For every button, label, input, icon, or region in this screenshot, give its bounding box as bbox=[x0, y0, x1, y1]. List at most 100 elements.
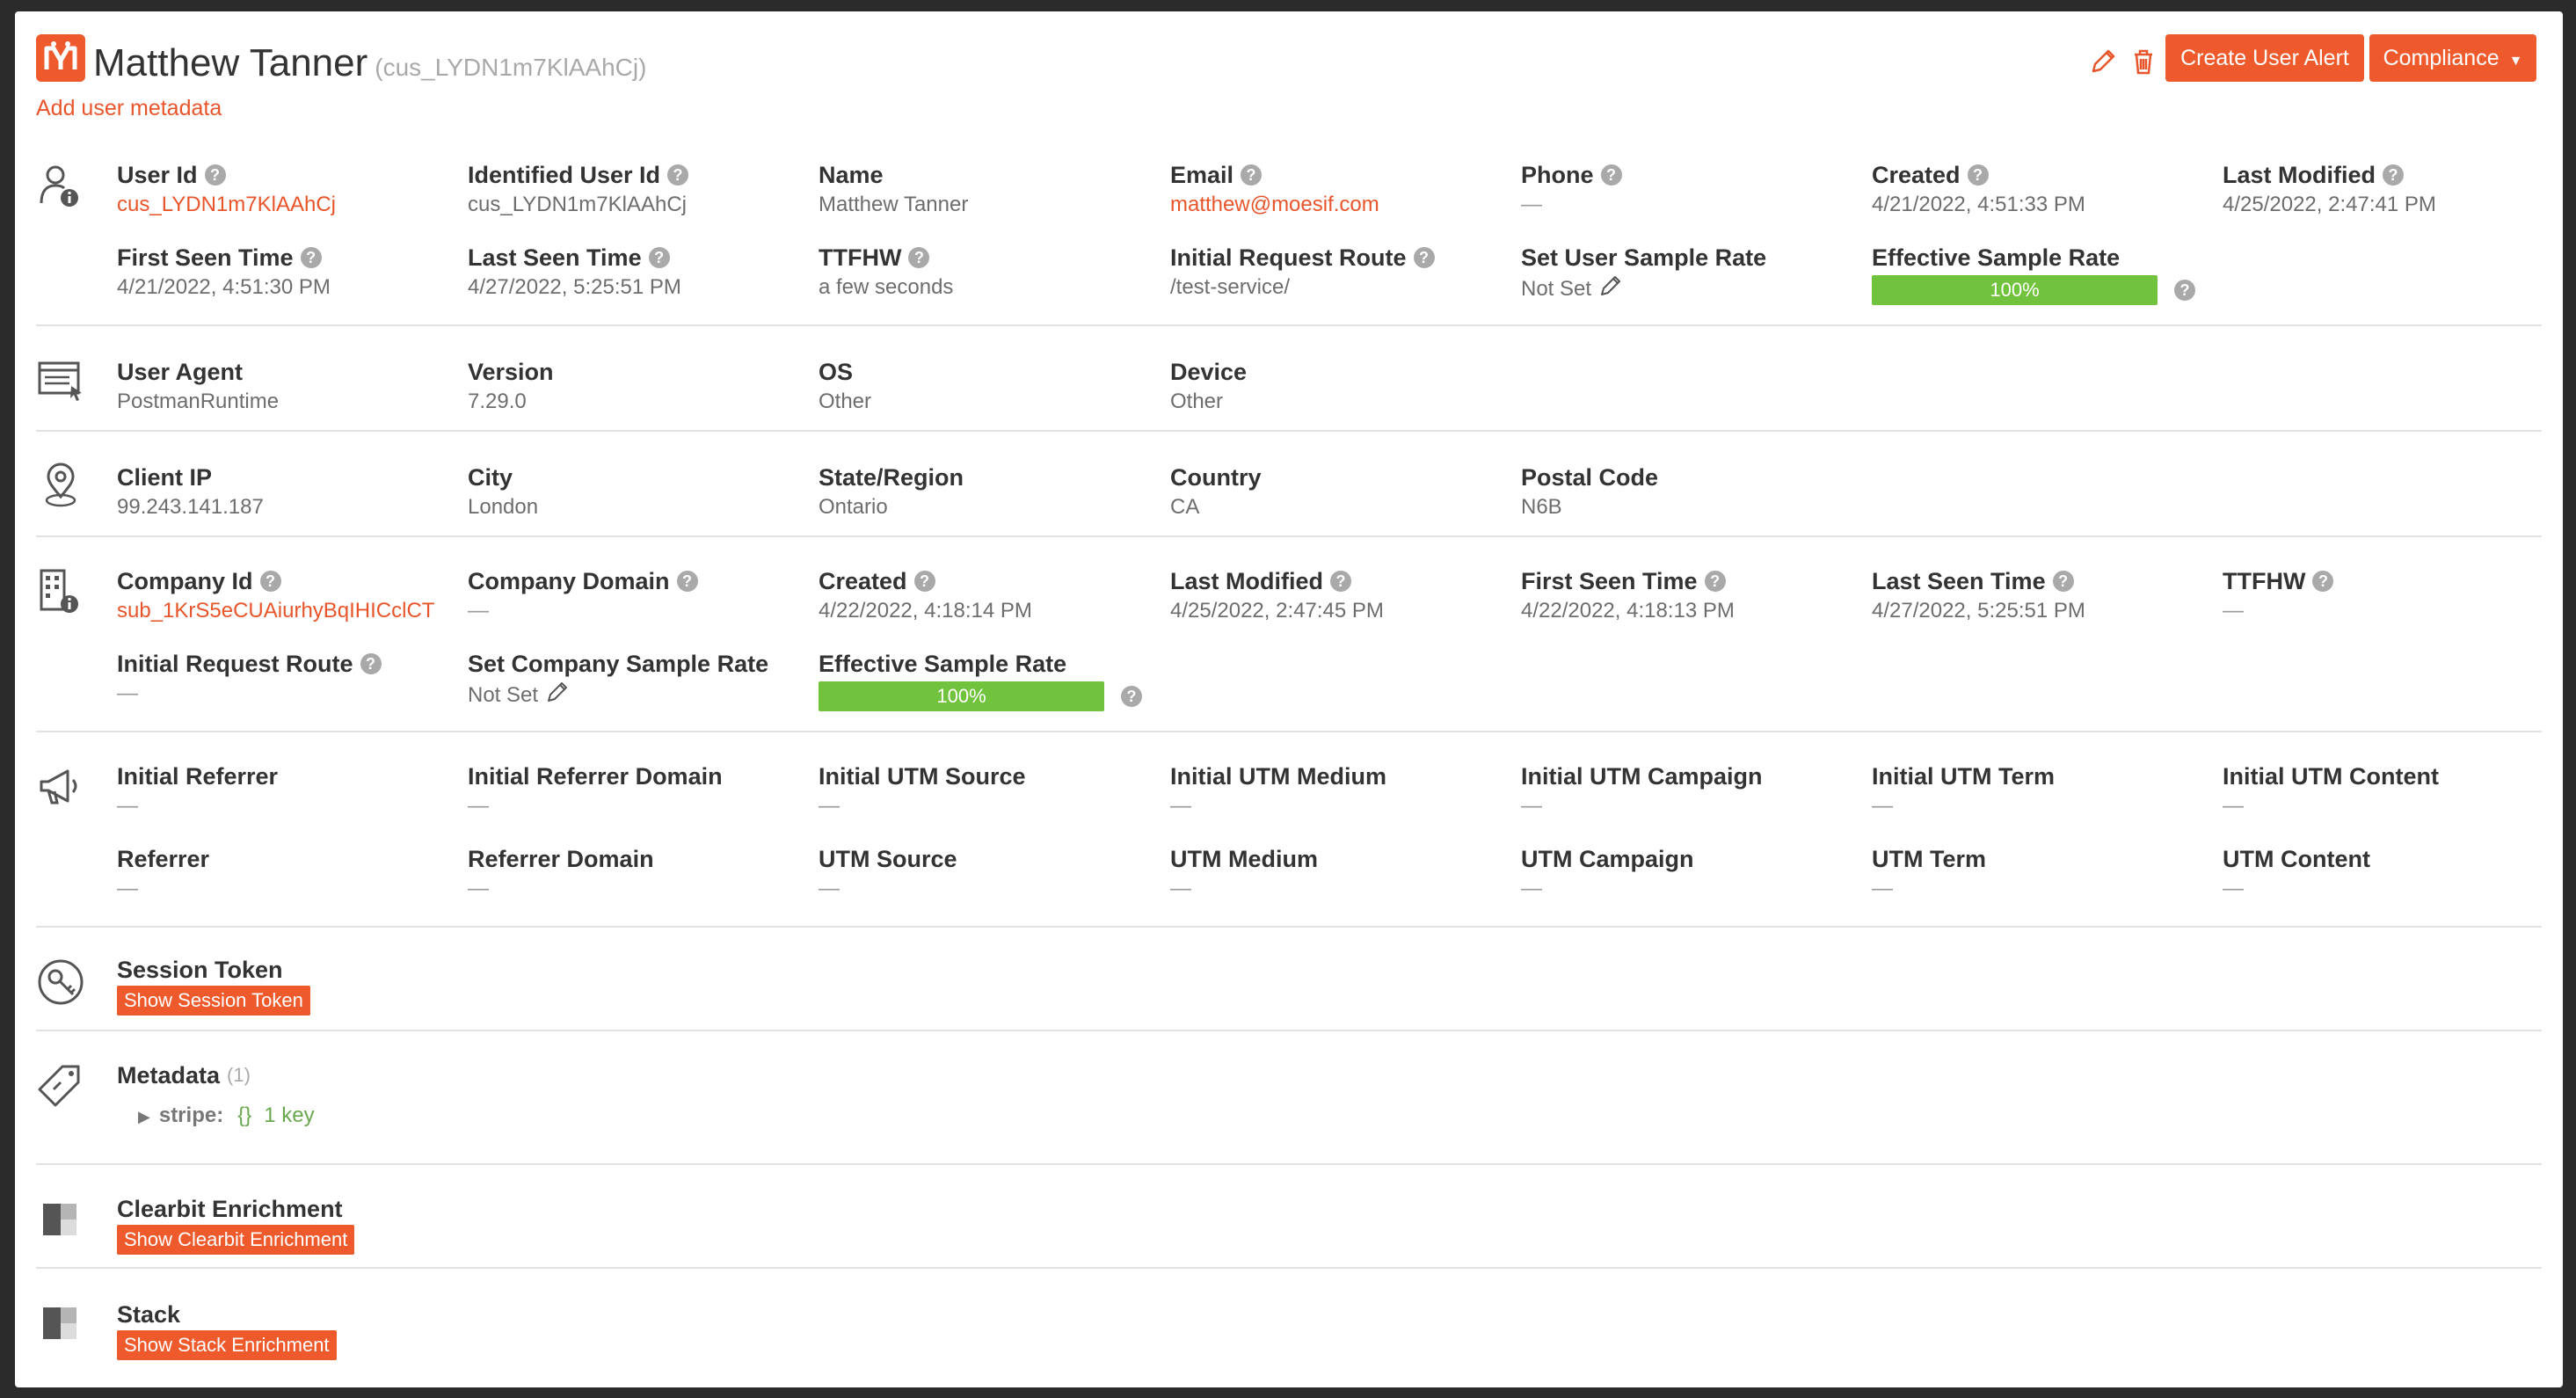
field-value[interactable]: matthew@moesif.com bbox=[1170, 191, 1379, 219]
show-clearbit-enrichment-button[interactable]: Show Clearbit Enrichment bbox=[117, 1225, 355, 1255]
field-referrer: Referrer — bbox=[117, 845, 209, 903]
field-value: 4/21/2022, 4:51:30 PM bbox=[117, 273, 331, 302]
edit-pencil-icon[interactable] bbox=[2088, 47, 2118, 76]
show-stack-enrichment-button[interactable]: Show Stack Enrichment bbox=[117, 1330, 337, 1360]
field-last-seen-time: Last Seen Time? 4/27/2022, 5:25:51 PM bbox=[468, 244, 681, 302]
key-count: 1 key bbox=[264, 1103, 315, 1127]
help-icon[interactable]: ? bbox=[2052, 571, 2074, 592]
field-value: 4/27/2022, 5:25:51 PM bbox=[468, 273, 681, 302]
field-value-text: — bbox=[819, 794, 840, 818]
help-icon[interactable]: ? bbox=[1967, 164, 1989, 186]
field-value: — bbox=[1872, 875, 1986, 903]
field-label: Set Company Sample Rate bbox=[468, 650, 768, 678]
field-value: — bbox=[1872, 792, 2055, 820]
location-section: Client IP 99.243.141.187 City London State/R… bbox=[36, 453, 2542, 541]
field-last-modified: Last Modified? 4/25/2022, 2:47:45 PM bbox=[1170, 567, 1384, 625]
field-label-text: First Seen Time bbox=[117, 244, 294, 271]
help-icon[interactable]: ? bbox=[2312, 571, 2334, 592]
help-icon[interactable]: ? bbox=[1330, 571, 1351, 592]
help-icon[interactable]: ? bbox=[204, 164, 226, 186]
metadata-label: Metadata bbox=[117, 1062, 221, 1089]
help-icon[interactable]: ? bbox=[1121, 686, 1142, 707]
field-value: Matthew Tanner bbox=[819, 191, 968, 219]
field-value-text: 4/21/2022, 4:51:33 PM bbox=[1872, 193, 2085, 216]
field-value-text: — bbox=[117, 877, 138, 900]
field-label-text: UTM Source bbox=[819, 846, 957, 872]
field-utm-source: UTM Source — bbox=[819, 845, 957, 903]
field-value-text[interactable]: sub_1KrS5eCUAiurhyBqIHICclCT bbox=[117, 599, 434, 623]
help-icon[interactable]: ? bbox=[300, 247, 322, 268]
field-label-text: User Agent bbox=[117, 359, 244, 385]
field-label-text: Company Id bbox=[117, 568, 253, 594]
field-value-text: 4/22/2022, 4:18:13 PM bbox=[1521, 599, 1735, 623]
field-value-text: Other bbox=[1170, 390, 1224, 413]
metadata-tree-row[interactable]: ▶ stripe: {} 1 key bbox=[138, 1102, 315, 1131]
field-value-text: 4/21/2022, 4:51:30 PM bbox=[117, 275, 331, 299]
session-token-section: Session Token Show Session Token bbox=[36, 949, 2542, 1037]
field-label: OS bbox=[819, 358, 871, 386]
field-label: UTM Medium bbox=[1170, 845, 1318, 873]
help-icon[interactable]: ? bbox=[2383, 164, 2404, 186]
edit-pencil-icon[interactable] bbox=[1598, 273, 1623, 306]
field-value-text: N6B bbox=[1521, 495, 1562, 519]
help-icon[interactable]: ? bbox=[1600, 164, 1622, 186]
field-label-text: State/Region bbox=[819, 464, 964, 491]
field-ttfhw: TTFHW? — bbox=[2223, 567, 2334, 625]
compliance-dropdown-button[interactable]: Compliance ▼ bbox=[2369, 34, 2536, 82]
help-icon[interactable]: ? bbox=[2174, 280, 2195, 301]
field-value: 4/27/2022, 5:25:51 PM bbox=[1872, 597, 2085, 625]
field-label: TTFHW? bbox=[819, 244, 953, 272]
help-icon[interactable]: ? bbox=[259, 571, 281, 592]
field-label: Referrer Domain bbox=[468, 845, 654, 873]
create-user-alert-button[interactable]: Create User Alert bbox=[2165, 34, 2364, 82]
help-icon[interactable]: ? bbox=[676, 571, 698, 592]
show-session-token-button[interactable]: Show Session Token bbox=[117, 986, 310, 1016]
field-value-text: 4/25/2022, 2:47:45 PM bbox=[1170, 599, 1384, 623]
section-divider bbox=[36, 430, 2542, 432]
field-value-text: — bbox=[819, 877, 840, 900]
help-icon[interactable]: ? bbox=[1241, 164, 1263, 186]
trash-icon[interactable] bbox=[2128, 47, 2158, 76]
help-icon[interactable]: ? bbox=[360, 653, 382, 674]
field-label-text: Name bbox=[819, 162, 884, 188]
field-value-text: — bbox=[117, 681, 138, 705]
help-icon[interactable]: ? bbox=[1413, 247, 1435, 268]
field-label-text: Referrer bbox=[117, 846, 210, 872]
field-label-text: Email bbox=[1170, 162, 1234, 188]
edit-pencil-icon[interactable] bbox=[545, 680, 570, 712]
field-user-agent: User Agent PostmanRuntime bbox=[117, 358, 279, 416]
help-icon[interactable]: ? bbox=[648, 247, 670, 268]
add-user-metadata-link[interactable]: Add user metadata bbox=[36, 96, 222, 121]
field-value-text[interactable]: cus_LYDN1m7KlAAhCj bbox=[117, 193, 336, 216]
field-label: Effective Sample Rate bbox=[1872, 244, 2120, 272]
field-value-text: — bbox=[2223, 599, 2244, 623]
tag-icon bbox=[36, 1061, 85, 1110]
field-label: UTM Source bbox=[819, 845, 957, 873]
field-label: Created? bbox=[1872, 161, 2085, 189]
help-icon[interactable]: ? bbox=[908, 247, 930, 268]
field-value-text: Not Set bbox=[1521, 276, 1592, 301]
field-label: Version bbox=[468, 358, 554, 386]
field-label: UTM Campaign bbox=[1521, 845, 1694, 873]
field-value-text: CA bbox=[1170, 495, 1200, 519]
field-value-text: — bbox=[1521, 877, 1542, 900]
field-label: Name bbox=[819, 161, 968, 189]
field-value[interactable]: sub_1KrS5eCUAiurhyBqIHICclCT bbox=[117, 597, 434, 625]
field-referrer-domain: Referrer Domain — bbox=[468, 845, 654, 903]
field-label: Initial UTM Campaign bbox=[1521, 762, 1763, 790]
field-ttfhw: TTFHW? a few seconds bbox=[819, 244, 953, 302]
map-pin-icon bbox=[36, 462, 85, 511]
field-label: Clearbit Enrichment bbox=[117, 1196, 343, 1222]
field-value-text[interactable]: matthew@moesif.com bbox=[1170, 193, 1379, 216]
field-identified-user-id: Identified User Id? cus_LYDN1m7KlAAhCj bbox=[468, 161, 689, 219]
help-icon[interactable]: ? bbox=[667, 164, 689, 186]
field-first-seen-time: First Seen Time? 4/22/2022, 4:18:13 PM bbox=[1521, 567, 1735, 625]
field-value[interactable]: cus_LYDN1m7KlAAhCj bbox=[117, 191, 336, 219]
field-label: UTM Term bbox=[1872, 845, 1986, 873]
compliance-label: Compliance bbox=[2383, 46, 2500, 70]
expand-caret-icon[interactable]: ▶ bbox=[138, 1108, 150, 1125]
field-value-text: Not Set bbox=[468, 682, 539, 707]
help-icon[interactable]: ? bbox=[1704, 571, 1726, 592]
field-label: Country bbox=[1170, 463, 1262, 491]
help-icon[interactable]: ? bbox=[913, 571, 935, 592]
